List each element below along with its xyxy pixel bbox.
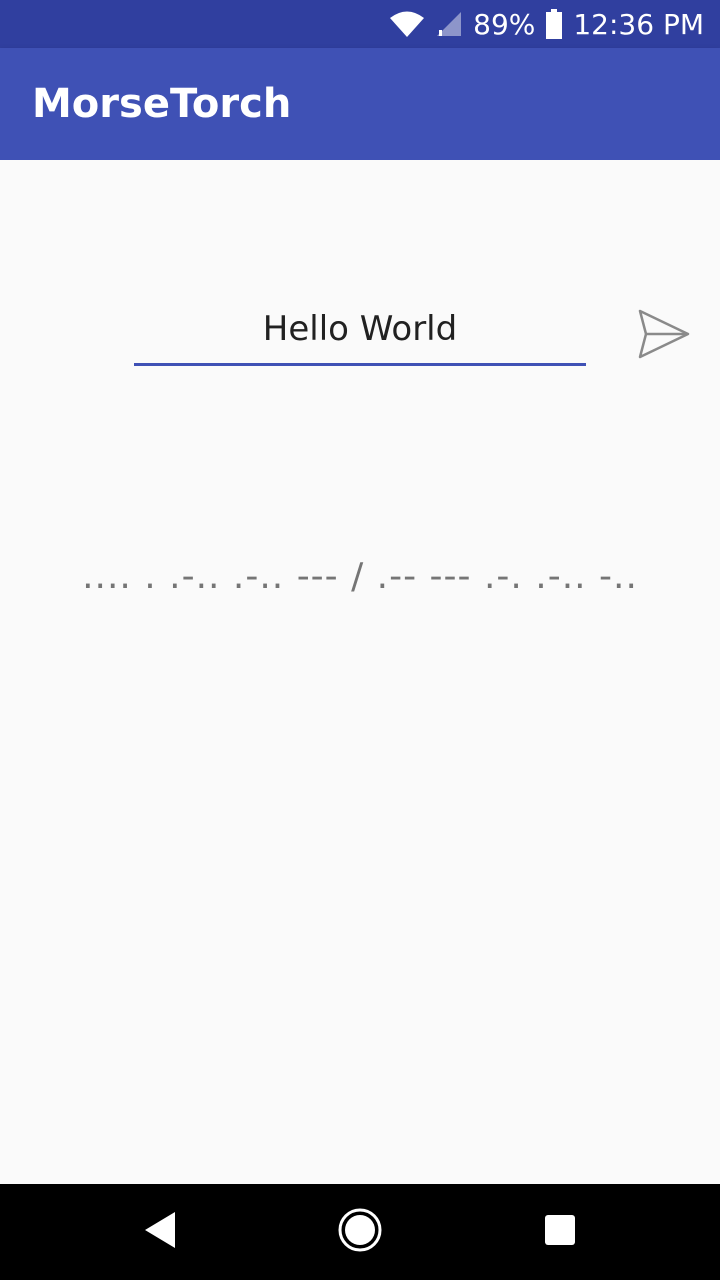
recents-icon bbox=[544, 1214, 576, 1251]
cell-signal-icon bbox=[435, 10, 463, 38]
home-button[interactable] bbox=[312, 1184, 408, 1280]
recents-button[interactable] bbox=[512, 1184, 608, 1280]
app-title: MorseTorch bbox=[32, 81, 292, 127]
app-bar: MorseTorch bbox=[0, 48, 720, 160]
nav-bar bbox=[0, 1184, 720, 1280]
send-icon bbox=[637, 308, 691, 365]
send-button[interactable] bbox=[630, 306, 698, 366]
main-content: .... . .-.. .-.. --- / .-- --- .-. .-.. … bbox=[0, 160, 720, 1184]
back-icon bbox=[142, 1210, 178, 1255]
battery-percent: 89% bbox=[473, 7, 536, 41]
morse-output: .... . .-.. .-.. --- / .-- --- .-. .-.. … bbox=[82, 556, 638, 597]
back-button[interactable] bbox=[112, 1184, 208, 1280]
clock: 12:36 PM bbox=[573, 7, 704, 41]
wifi-icon bbox=[389, 9, 425, 39]
message-input[interactable] bbox=[134, 300, 586, 366]
home-icon bbox=[337, 1207, 383, 1258]
status-icons: 89% 12:36 PM bbox=[389, 0, 704, 48]
battery-icon bbox=[545, 9, 563, 39]
status-bar: 89% 12:36 PM bbox=[0, 0, 720, 48]
